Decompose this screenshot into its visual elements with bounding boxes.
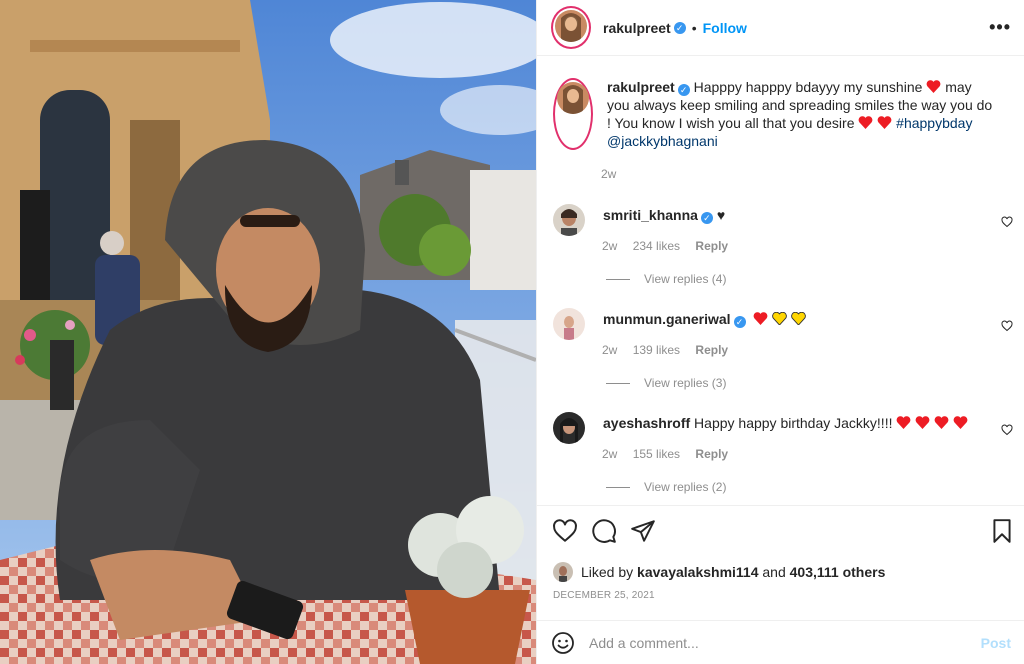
separator-dot: • — [691, 19, 697, 36]
comment-username[interactable]: smriti_khanna — [603, 207, 698, 223]
post-photo-image — [0, 0, 536, 664]
view-replies-button[interactable]: View replies (3) — [606, 376, 726, 390]
red-heart-emoji-icon — [915, 416, 930, 429]
likes-summary: Liked by kavayalakshmi114 and 403,111 ot… — [553, 562, 885, 582]
caption-text-part1: Happpy happpy bdayyy my sunshine — [693, 79, 923, 95]
comment-text: ♥ — [716, 207, 726, 223]
more-options-icon[interactable]: ••• — [989, 18, 1011, 36]
comment-icon[interactable] — [591, 518, 617, 544]
view-replies-label: View replies (4) — [644, 272, 727, 286]
comment-item: smriti_khanna ✓ ♥ 2w 234 likes Reply View… — [553, 204, 1013, 286]
verified-icon: ✓ — [677, 84, 690, 96]
view-replies-label: View replies (3) — [644, 376, 727, 390]
avatar[interactable] — [553, 412, 585, 444]
comment-time[interactable]: 2w — [602, 239, 617, 253]
comment-likes[interactable]: 139 likes — [633, 343, 680, 357]
comment-time[interactable]: 2w — [602, 343, 617, 357]
verified-icon: ✓ — [733, 316, 746, 328]
red-heart-emoji-icon — [859, 116, 873, 129]
bookmark-icon[interactable] — [989, 518, 1015, 544]
comment-meta: 2w 139 likes Reply — [602, 343, 740, 357]
red-heart-emoji-icon — [877, 116, 892, 129]
post-author-username[interactable]: rakulpreet — [603, 20, 671, 36]
comment-likes[interactable]: 155 likes — [633, 447, 680, 461]
heart-icon[interactable] — [1001, 424, 1013, 436]
yellow-heart-emoji-icon — [791, 311, 807, 326]
replies-divider — [606, 382, 630, 384]
view-replies-button[interactable]: View replies (2) — [606, 480, 726, 494]
post-comment-button[interactable]: Post — [981, 635, 1011, 651]
comment-text: Happy happy birthday Jackky!!!! — [694, 415, 893, 431]
emoji-icon[interactable] — [551, 631, 575, 655]
red-heart-emoji-icon — [897, 416, 911, 429]
post-caption: rakulpreet ✓ Happpy happpy bdayyy my suns… — [553, 78, 1013, 150]
avatar[interactable] — [557, 82, 589, 114]
avatar[interactable] — [553, 562, 573, 582]
story-ring[interactable] — [551, 6, 591, 49]
red-heart-emoji-icon — [934, 416, 949, 429]
comment-meta: 2w 155 likes Reply — [602, 447, 740, 461]
likes-user[interactable]: kavayalakshmi114 — [637, 564, 758, 580]
post-photo[interactable] — [0, 0, 536, 664]
post-date[interactable]: DECEMBER 25, 2021 — [553, 590, 655, 601]
heart-icon[interactable] — [1001, 320, 1013, 332]
comments-section[interactable]: rakulpreet ✓ Happpy happpy bdayyy my suns… — [537, 56, 1024, 506]
post-detail-panel: rakulpreet ✓ • Follow ••• rakulpreet ✓ Ha… — [536, 0, 1024, 664]
comment-time[interactable]: 2w — [602, 447, 617, 461]
caption-text: rakulpreet ✓ Happpy happpy bdayyy my suns… — [607, 78, 997, 150]
red-heart-emoji-icon — [926, 80, 941, 93]
caption-timestamp[interactable]: 2w — [601, 167, 616, 181]
likes-prefix: Liked by — [581, 564, 634, 580]
reply-button[interactable]: Reply — [695, 239, 728, 253]
heart-icon[interactable] — [552, 518, 578, 544]
reply-button[interactable]: Reply — [695, 447, 728, 461]
heart-icon[interactable] — [1001, 216, 1013, 228]
avatar[interactable] — [555, 10, 587, 42]
avatar[interactable] — [553, 204, 585, 236]
caption-mention[interactable]: @jackkybhagnani — [607, 133, 718, 149]
caption-username[interactable]: rakulpreet — [607, 79, 675, 95]
view-replies-button[interactable]: View replies (4) — [606, 272, 726, 286]
verified-icon: ✓ — [700, 212, 713, 224]
view-replies-label: View replies (2) — [644, 480, 727, 494]
add-comment-bar: Post — [537, 620, 1024, 664]
reply-button[interactable]: Reply — [695, 343, 728, 357]
red-heart-emoji-icon — [953, 416, 968, 429]
verified-icon: ✓ — [673, 21, 686, 34]
avatar[interactable] — [553, 308, 585, 340]
comment-username[interactable]: ayeshashroff — [603, 415, 690, 431]
yellow-heart-emoji-icon — [772, 311, 788, 326]
share-icon[interactable] — [630, 518, 656, 544]
likes-others[interactable]: 403,111 others — [790, 564, 886, 580]
follow-button[interactable]: Follow — [703, 20, 747, 36]
replies-divider — [606, 278, 630, 280]
replies-divider — [606, 486, 630, 488]
comment-likes[interactable]: 234 likes — [633, 239, 680, 253]
comment-item: ayeshashroff Happy happy birthday Jackky… — [553, 412, 1013, 494]
comment-meta: 2w 234 likes Reply — [602, 239, 740, 253]
comment-username[interactable]: munmun.ganeriwal — [603, 311, 731, 327]
post-header: rakulpreet ✓ • Follow ••• — [537, 0, 1024, 56]
comment-input[interactable] — [589, 634, 959, 651]
comment-item: munmun.ganeriwal ✓ 2w 139 likes Reply Vie… — [553, 308, 1013, 390]
story-ring[interactable] — [553, 78, 593, 150]
likes-middle: and — [762, 564, 786, 580]
red-heart-emoji-icon — [754, 312, 768, 325]
caption-hashtag[interactable]: #happybday — [896, 115, 972, 131]
